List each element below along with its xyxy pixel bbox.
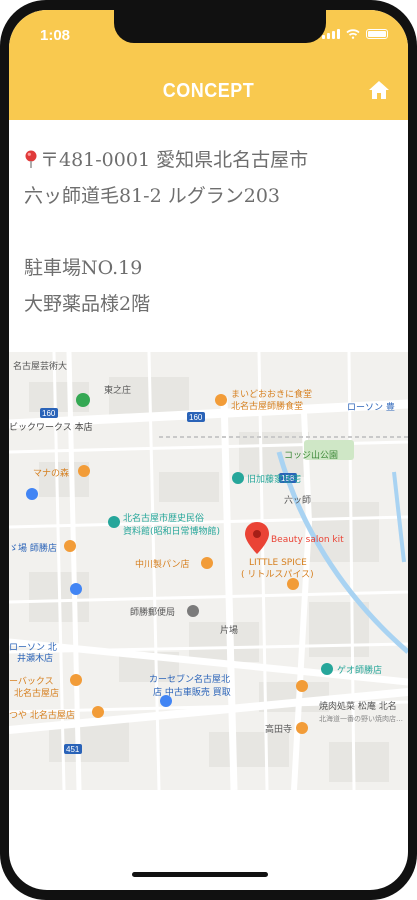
restaurant-poi-icon[interactable]	[92, 706, 104, 718]
svg-text:Beauty salon kit: Beauty salon kit	[271, 535, 344, 545]
svg-text:つや 北名古屋店: つや 北名古屋店	[9, 709, 75, 721]
battery-icon	[366, 29, 388, 39]
location-pin-icon[interactable]	[245, 522, 269, 554]
svg-text:160: 160	[42, 409, 56, 418]
app-screen: 1:08 CONCEPT 〒481-0001 愛知県北名古屋市 六ッ師道毛81-…	[9, 10, 408, 890]
svg-text:店 中古車販売 買取: 店 中古車販売 買取	[153, 686, 231, 698]
bakery-poi-icon[interactable]	[201, 557, 213, 569]
svg-text:ローソン 北: ローソン 北	[9, 642, 57, 653]
map-canvas[interactable]: 160 160 158 451 名古屋芸術大 東之庄 ビックワークス 本店 まい…	[9, 352, 408, 790]
store-poi-icon[interactable]	[321, 663, 333, 675]
svg-text:ビックワークス 本店: ビックワークス 本店	[9, 421, 93, 433]
svg-text:高田寺: 高田寺	[265, 723, 292, 735]
map-pin-icon	[25, 150, 37, 168]
home-indicator[interactable]	[132, 872, 268, 877]
building-line: 大野薬品様2階	[24, 293, 151, 315]
cafe-poi-icon[interactable]	[70, 674, 82, 686]
svg-text:カーセブン名古屋北: カーセブン名古屋北	[149, 673, 230, 685]
shop-poi-icon[interactable]	[70, 583, 82, 595]
location-map[interactable]: 160 160 158 451 名古屋芸術大 東之庄 ビックワークス 本店 まい…	[9, 352, 408, 790]
svg-text:ゞ場 師勝店: ゞ場 師勝店	[9, 542, 57, 554]
svg-text:LITTLE SPICE: LITTLE SPICE	[249, 558, 307, 568]
svg-text:( リトルスパイス): ( リトルスパイス)	[241, 569, 314, 580]
shop-poi-icon[interactable]	[26, 488, 38, 500]
svg-text:東之庄: 東之庄	[104, 384, 131, 396]
svg-text:資料館(昭和日常博物館): 資料館(昭和日常博物館)	[123, 525, 220, 537]
svg-text:片場: 片場	[220, 624, 238, 636]
restaurant-poi-icon[interactable]	[78, 465, 90, 477]
signal-icon	[322, 29, 340, 39]
park-poi-icon[interactable]	[76, 393, 90, 407]
svg-text:ローソン 豊: ローソン 豊	[347, 401, 395, 413]
address-line-2: 六ッ師道毛81-2 ルグラン203	[24, 185, 280, 207]
wifi-icon	[346, 29, 360, 39]
svg-text:北名古屋師勝食堂: 北名古屋師勝食堂	[231, 400, 303, 412]
svg-text:451: 451	[66, 745, 80, 754]
svg-text:まいどおおきに食堂: まいどおおきに食堂	[231, 388, 312, 400]
post-office-poi-icon[interactable]	[187, 605, 199, 617]
postal-address-text: 〒481-0001 愛知県北名古屋市	[40, 149, 309, 171]
parking-line: 駐車場NO.19	[24, 257, 143, 279]
main-roads	[9, 352, 408, 790]
svg-text:北名古屋市歴史民俗: 北名古屋市歴史民俗	[123, 512, 204, 524]
svg-text:コッジ山公園: コッジ山公園	[284, 450, 338, 461]
svg-text:中川製パン店: 中川製パン店	[135, 558, 189, 570]
museum-poi-icon[interactable]	[108, 516, 120, 528]
svg-text:北名古屋店: 北名古屋店	[14, 687, 59, 699]
address-spacer	[24, 214, 394, 250]
status-time: 1:08	[40, 27, 71, 44]
svg-text:ーバックス: ーバックス	[9, 676, 54, 687]
svg-text:北海道一番の野い焼肉店…: 北海道一番の野い焼肉店…	[319, 714, 403, 723]
restaurant-poi-icon[interactable]	[215, 394, 227, 406]
svg-text:160: 160	[189, 413, 203, 422]
restaurant-poi-icon[interactable]	[64, 540, 76, 552]
landmark-poi-icon[interactable]	[232, 472, 244, 484]
svg-text:名古屋芸術大: 名古屋芸術大	[13, 360, 67, 372]
svg-text:焼肉処菜 松庵 北名: 焼肉処菜 松庵 北名	[319, 700, 397, 712]
phone-frame: 1:08 CONCEPT 〒481-0001 愛知県北名古屋市 六ッ師道毛81-…	[0, 0, 417, 900]
svg-text:井瀬木店: 井瀬木店	[17, 652, 53, 664]
svg-text:旧加藤家住宅: 旧加藤家住宅	[247, 473, 301, 485]
status-indicators	[322, 29, 388, 39]
restaurant-poi-icon[interactable]	[296, 722, 308, 734]
svg-text:マナの森: マナの森	[33, 467, 69, 479]
svg-text:六ッ師: 六ッ師	[284, 494, 311, 506]
restaurant-poi-icon[interactable]	[296, 680, 308, 692]
svg-text:師勝郵便局: 師勝郵便局	[130, 606, 175, 618]
device-notch	[114, 10, 326, 43]
address-line-1: 〒481-0001 愛知県北名古屋市	[24, 142, 394, 178]
page-title: CONCEPT	[162, 78, 255, 102]
address-block: 〒481-0001 愛知県北名古屋市 六ッ師道毛81-2 ルグラン203 駐車場…	[24, 142, 394, 322]
svg-text:ゲオ師勝店: ゲオ師勝店	[337, 664, 382, 676]
home-icon[interactable]	[368, 80, 390, 100]
